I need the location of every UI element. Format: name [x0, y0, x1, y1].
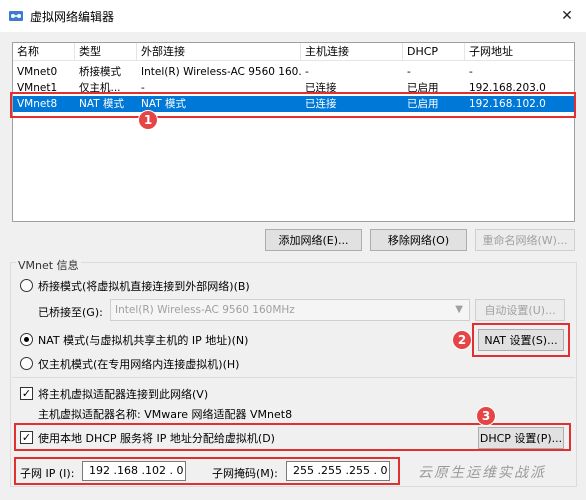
cell-name: VMnet8	[17, 98, 58, 110]
cell-host: 已连接	[305, 98, 337, 110]
cell-host: 已连接	[305, 82, 337, 94]
cell-name: VMnet0	[17, 66, 58, 78]
chevron-down-icon: ▼	[455, 304, 463, 315]
subnet-ip-field[interactable]: 192 .168 .102 . 0	[82, 461, 186, 481]
col-header-name[interactable]: 名称	[13, 43, 75, 61]
cell-external: -	[141, 82, 145, 94]
subnet-ip-label: 子网 IP (I):	[20, 467, 75, 480]
col-header-host[interactable]: 主机连接	[301, 43, 403, 61]
table-row[interactable]: VMnet0 桥接模式 Intel(R) Wireless-AC 9560 16…	[13, 64, 574, 80]
table-row[interactable]: VMnet1 仅主机... - 已连接 已启用 192.168.203.0	[13, 80, 574, 96]
table-row-selected[interactable]: VMnet8 NAT 模式 NAT 模式 已连接 已启用 192.168.102…	[13, 96, 574, 112]
cell-name: VMnet1	[17, 82, 58, 94]
cell-type: 仅主机...	[79, 82, 121, 94]
hostonly-label[interactable]: 仅主机模式(在专用网络内连接虚拟机)(H)	[38, 356, 239, 372]
divider	[12, 377, 575, 378]
cell-external: Intel(R) Wireless-AC 9560 160...	[141, 66, 301, 78]
subnet-mask-field[interactable]: 255 .255 .255 . 0	[286, 461, 390, 481]
use-dhcp-checkbox[interactable]: ✓	[20, 431, 33, 444]
bridged-to-value: Intel(R) Wireless-AC 9560 160MHz	[115, 304, 295, 316]
use-dhcp-label[interactable]: 使用本地 DHCP 服务将 IP 地址分配给虚拟机(D)	[38, 430, 275, 446]
cell-subnet: 192.168.102.0	[469, 98, 546, 110]
auto-settings-button[interactable]: 自动设置(U)...	[475, 299, 565, 321]
col-header-dhcp[interactable]: DHCP	[403, 43, 465, 61]
cell-dhcp: -	[407, 66, 411, 78]
col-header-subnet[interactable]: 子网地址	[465, 43, 576, 61]
cell-dhcp: 已启用	[407, 82, 439, 94]
dhcp-settings-button[interactable]: DHCP 设置(P)...	[478, 427, 564, 449]
nat-radio[interactable]	[20, 333, 33, 346]
annotation-badge-3: 3	[476, 406, 496, 426]
cell-subnet: 192.168.203.0	[469, 82, 546, 94]
rename-network-button[interactable]: 重命名网络(W)...	[475, 229, 575, 251]
connect-adapter-label[interactable]: 将主机虚拟适配器连接到此网络(V)	[38, 386, 208, 402]
cell-type: 桥接模式	[79, 66, 121, 78]
col-header-type[interactable]: 类型	[75, 43, 137, 61]
bridged-to-label: 已桥接至(G):	[38, 306, 103, 319]
bridged-radio[interactable]	[20, 279, 33, 292]
cell-host: -	[305, 66, 309, 78]
network-editor-icon	[9, 11, 23, 21]
hostonly-radio[interactable]	[20, 357, 33, 370]
list-header: 名称 类型 外部连接 主机连接 DHCP 子网地址	[13, 43, 574, 61]
title-bar: 虚拟网络编辑器 ✕	[0, 0, 586, 32]
cell-type: NAT 模式	[79, 98, 124, 110]
cell-dhcp: 已启用	[407, 98, 439, 110]
nat-label[interactable]: NAT 模式(与虚拟机共享主机的 IP 地址)(N)	[38, 332, 248, 348]
col-header-external[interactable]: 外部连接	[137, 43, 301, 61]
network-list[interactable]: 名称 类型 外部连接 主机连接 DHCP 子网地址 VMnet0 桥接模式 In…	[12, 42, 575, 222]
adapter-name-label: 主机虚拟适配器名称: VMware 网络适配器 VMnet8	[38, 408, 293, 421]
nat-settings-button[interactable]: NAT 设置(S)...	[478, 329, 564, 351]
bridged-label[interactable]: 桥接模式(将虚拟机直接连接到外部网络)(B)	[38, 278, 250, 294]
annotation-badge-1: 1	[138, 110, 158, 130]
window-title: 虚拟网络编辑器	[30, 10, 115, 24]
cell-external: NAT 模式	[141, 98, 186, 110]
vmnet-info-group	[10, 262, 577, 487]
subnet-mask-label: 子网掩码(M):	[212, 467, 278, 480]
cell-subnet: -	[469, 66, 473, 78]
add-network-button[interactable]: 添加网络(E)...	[265, 229, 362, 251]
connect-adapter-checkbox[interactable]: ✓	[20, 387, 33, 400]
watermark-text: 云原生运维实战派	[418, 465, 546, 481]
annotation-badge-2: 2	[452, 330, 472, 350]
close-icon[interactable]: ✕	[556, 6, 578, 26]
bridged-to-select[interactable]: Intel(R) Wireless-AC 9560 160MHz ▼	[110, 299, 470, 321]
vmnet-info-title: VMnet 信息	[16, 257, 81, 273]
remove-network-button[interactable]: 移除网络(O)	[370, 229, 467, 251]
